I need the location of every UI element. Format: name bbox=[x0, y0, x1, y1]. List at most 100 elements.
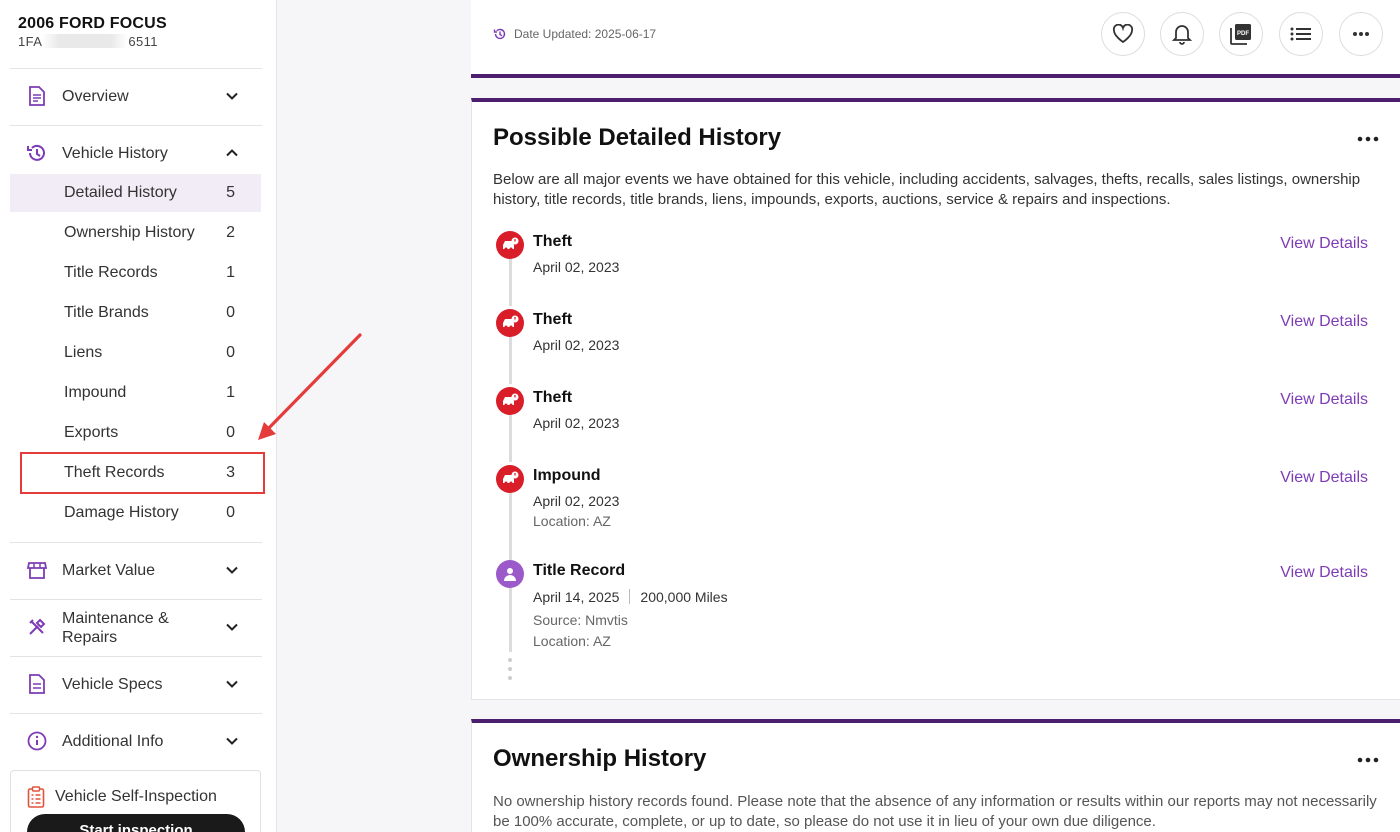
sidebar-section-additional-info[interactable]: Additional Info bbox=[10, 716, 262, 766]
sidebar-item-label: Ownership History bbox=[64, 224, 195, 241]
sidebar-item-count: 0 bbox=[226, 424, 235, 441]
sidebar-section-maintenance-repairs[interactable]: Maintenance & Repairs bbox=[10, 602, 262, 652]
view-details-link[interactable]: View Details bbox=[1280, 313, 1368, 331]
date-updated-text: Date Updated: 2025-06-17 bbox=[514, 27, 657, 41]
divider bbox=[10, 713, 262, 714]
checklist-icon bbox=[27, 786, 47, 808]
theft-icon bbox=[496, 231, 524, 259]
sidebar-item-detailed-history[interactable]: Detailed History 5 bbox=[10, 174, 261, 212]
vin-suffix: 6511 bbox=[128, 34, 158, 49]
sidebar-item-exports[interactable]: Exports 0 bbox=[10, 414, 261, 452]
card-title: Ownership History bbox=[493, 745, 707, 772]
sidebar-section-market-value[interactable]: Market Value bbox=[10, 545, 262, 595]
sidebar-section-label: Vehicle History bbox=[62, 144, 168, 162]
history-icon bbox=[493, 28, 506, 40]
sidebar-item-count: 0 bbox=[226, 344, 235, 361]
divider bbox=[10, 542, 262, 543]
event-title: Theft bbox=[533, 233, 573, 250]
sidebar-item-title-records[interactable]: Title Records 1 bbox=[10, 254, 261, 292]
timeline-line bbox=[509, 586, 512, 652]
card-description: Below are all major events we have obtai… bbox=[493, 171, 1361, 208]
card-description: No ownership history records found. Plea… bbox=[493, 793, 1377, 830]
vin-prefix: 1FA bbox=[18, 34, 43, 49]
card-title: Possible Detailed History bbox=[493, 124, 782, 151]
sidebar-item-count: 5 bbox=[226, 184, 235, 201]
sidebar-item-impound[interactable]: Impound 1 bbox=[10, 374, 261, 412]
history-icon bbox=[26, 142, 48, 164]
sidebar-item-damage-history[interactable]: Damage History 0 bbox=[10, 494, 261, 532]
vin-redaction bbox=[42, 34, 129, 48]
sidebar-item-ownership-history[interactable]: Ownership History 2 bbox=[10, 214, 261, 252]
sidebar-item-count: 1 bbox=[226, 264, 235, 281]
sidebar-section-label: Overview bbox=[62, 87, 129, 105]
impound-icon bbox=[496, 465, 524, 493]
event-date: April 02, 2023 bbox=[533, 415, 620, 431]
chevron-down-icon bbox=[226, 680, 238, 688]
pdf-button[interactable]: PDF bbox=[1219, 12, 1263, 56]
heart-icon bbox=[1112, 24, 1134, 44]
sidebar-item-label: Liens bbox=[64, 344, 103, 361]
chevron-down-icon bbox=[226, 623, 238, 631]
event-title: Title Record bbox=[533, 562, 626, 579]
self-inspection-label: Vehicle Self-Inspection bbox=[55, 788, 217, 805]
specs-icon bbox=[26, 673, 48, 695]
sidebar-item-label: Detailed History bbox=[64, 184, 177, 201]
label-line2: Repairs bbox=[62, 629, 118, 646]
divider bbox=[10, 656, 262, 657]
sidebar-item-count: 0 bbox=[226, 304, 235, 321]
chevron-down-icon bbox=[226, 737, 238, 745]
list-icon bbox=[1290, 27, 1311, 41]
tools-icon bbox=[26, 616, 48, 638]
sidebar-item-count: 1 bbox=[226, 384, 235, 401]
favorite-button[interactable] bbox=[1101, 12, 1145, 56]
divider bbox=[10, 125, 262, 126]
more-dots-icon bbox=[1353, 32, 1369, 36]
ownership-history-card: Ownership History No ownership history r… bbox=[471, 719, 1400, 832]
timeline-more-dots bbox=[508, 658, 512, 685]
chevron-down-icon bbox=[226, 92, 238, 100]
divider bbox=[10, 599, 262, 600]
chevron-down-icon bbox=[226, 566, 238, 574]
vehicle-title: 2006 FORD FOCUS bbox=[18, 15, 167, 32]
bell-icon bbox=[1172, 25, 1192, 45]
event-date: April 02, 2023 bbox=[533, 493, 620, 509]
person-icon bbox=[496, 560, 524, 588]
list-button[interactable] bbox=[1279, 12, 1323, 56]
event-date-miles: April 14, 2025 200,000 Miles bbox=[533, 589, 728, 605]
event-date: April 02, 2023 bbox=[533, 337, 620, 353]
chevron-up-icon bbox=[226, 149, 238, 157]
sidebar-section-vehicle-specs[interactable]: Vehicle Specs bbox=[10, 659, 262, 709]
sidebar-item-label: Title Brands bbox=[64, 304, 149, 321]
view-details-link[interactable]: View Details bbox=[1280, 391, 1368, 409]
alerts-button[interactable] bbox=[1160, 12, 1204, 56]
sidebar-section-vehicle-history[interactable]: Vehicle History bbox=[10, 128, 262, 178]
sidebar-item-title-brands[interactable]: Title Brands 0 bbox=[10, 294, 261, 332]
sidebar-section-overview[interactable]: Overview bbox=[10, 71, 262, 121]
view-details-link[interactable]: View Details bbox=[1280, 564, 1368, 582]
more-options-button[interactable] bbox=[1339, 12, 1383, 56]
sidebar-section-label: Vehicle Specs bbox=[62, 675, 163, 693]
start-inspection-button[interactable]: Start inspection bbox=[27, 814, 245, 832]
sidebar-item-liens[interactable]: Liens 0 bbox=[10, 334, 261, 372]
event-title: Theft bbox=[533, 389, 573, 406]
date-updated: Date Updated: 2025-06-17 bbox=[493, 27, 656, 41]
more-dots-icon[interactable] bbox=[1356, 755, 1380, 765]
report-toolbar: Date Updated: 2025-06-17 PDF bbox=[471, 0, 1400, 78]
self-inspection-card: Vehicle Self-Inspection Start inspection bbox=[10, 770, 261, 832]
sidebar-item-label: Impound bbox=[64, 384, 127, 401]
sidebar-item-label: Title Records bbox=[64, 264, 158, 281]
pdf-icon: PDF bbox=[1230, 24, 1251, 45]
view-details-link[interactable]: View Details bbox=[1280, 235, 1368, 253]
event-title: Impound bbox=[533, 467, 601, 484]
event-date: April 14, 2025 bbox=[533, 589, 620, 605]
label-line1: Maintenance & bbox=[62, 610, 169, 627]
store-icon bbox=[26, 559, 48, 581]
timeline-line bbox=[509, 334, 512, 384]
sidebar-section-label: Maintenance & Repairs bbox=[62, 609, 169, 647]
event-source: Source: Nmvtis bbox=[533, 612, 628, 628]
sidebar-section-label: Additional Info bbox=[62, 732, 164, 750]
more-dots-icon[interactable] bbox=[1356, 134, 1380, 144]
detailed-history-card: Possible Detailed History Below are all … bbox=[471, 98, 1400, 700]
view-details-link[interactable]: View Details bbox=[1280, 469, 1368, 487]
sidebar-item-label: Exports bbox=[64, 424, 119, 441]
